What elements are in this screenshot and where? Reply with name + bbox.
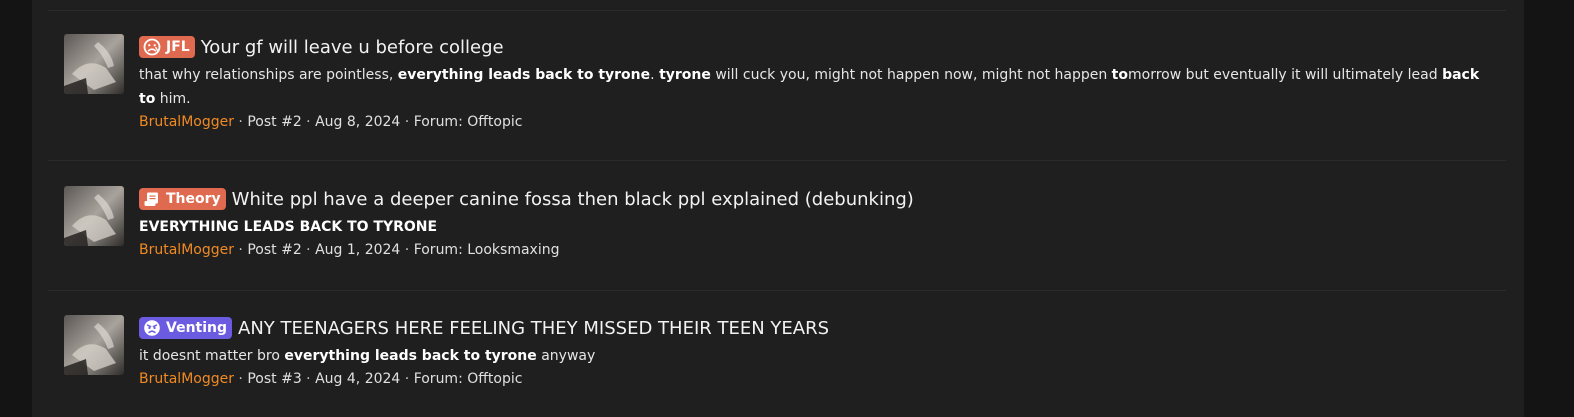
prefix-label: JFL <box>166 39 190 55</box>
sad-face-icon <box>143 38 161 56</box>
result-title-line: JFL Your gf will leave u before college <box>139 34 1484 60</box>
search-result: JFL Your gf will leave u before college … <box>64 34 1484 144</box>
page: JFL Your gf will leave u before college … <box>0 0 1574 417</box>
result-content: JFL Your gf will leave u before college … <box>139 34 1484 130</box>
forum-link[interactable]: Forum: Looksmaxing <box>414 242 560 258</box>
snippet-highlight: EVERYTHING LEADS BACK TO TYRONE <box>139 219 438 235</box>
meta-separator: · <box>301 242 316 258</box>
snippet-highlight: to <box>1111 67 1128 83</box>
thread-title-link[interactable]: White ppl have a deeper canine fossa the… <box>232 189 914 210</box>
snippet-text: him. <box>155 91 191 107</box>
search-result: Venting ANY TEENAGERS HERE FEELING THEY … <box>64 315 1484 405</box>
result-snippet: that why relationships are pointless, ev… <box>139 63 1484 111</box>
divider <box>48 160 1506 161</box>
snippet-text: . <box>650 67 660 83</box>
snippet-highlight: everything leads back to tyrone <box>284 348 537 364</box>
meta-separator: · <box>301 371 316 387</box>
result-content: Venting ANY TEENAGERS HERE FEELING THEY … <box>139 315 1484 387</box>
prefix-label: Theory <box>166 191 221 207</box>
search-results-panel: JFL Your gf will leave u before college … <box>32 0 1524 417</box>
result-content: Theory White ppl have a deeper canine fo… <box>139 186 1484 258</box>
result-meta: BrutalMogger · Post #2 · Aug 8, 2024 · F… <box>139 114 1484 130</box>
snippet-highlight: tyrone <box>659 67 711 83</box>
post-number-link[interactable]: Post #3 <box>247 371 301 387</box>
forum-link[interactable]: Forum: Offtopic <box>414 371 523 387</box>
meta-separator: · <box>233 371 248 387</box>
result-title-line: Venting ANY TEENAGERS HERE FEELING THEY … <box>139 315 1484 341</box>
prefix-badge-jfl[interactable]: JFL <box>139 36 195 58</box>
search-result: Theory White ppl have a deeper canine fo… <box>64 186 1484 276</box>
snippet-text: will cuck you, might not happen now, mig… <box>710 67 1112 83</box>
result-title-line: Theory White ppl have a deeper canine fo… <box>139 186 1484 212</box>
result-snippet: it doesnt matter bro everything leads ba… <box>139 344 1484 368</box>
prefix-label: Venting <box>166 320 228 336</box>
result-meta: BrutalMogger · Post #2 · Aug 1, 2024 · F… <box>139 242 1484 258</box>
snippet-text: it doesnt matter bro <box>139 348 285 364</box>
meta-separator: · <box>400 114 414 130</box>
prefix-badge-venting[interactable]: Venting <box>139 317 233 339</box>
post-date: Aug 4, 2024 <box>315 371 401 387</box>
snippet-text: that why relationships are pointless, <box>139 67 398 83</box>
divider <box>48 10 1506 11</box>
meta-separator: · <box>301 114 316 130</box>
result-meta: BrutalMogger · Post #3 · Aug 4, 2024 · F… <box>139 371 1484 387</box>
snippet-text: anyway <box>536 348 596 364</box>
meta-separator: · <box>233 242 248 258</box>
username-link[interactable]: BrutalMogger <box>139 242 234 258</box>
divider <box>48 290 1506 291</box>
result-snippet: EVERYTHING LEADS BACK TO TYRONE <box>139 215 1484 239</box>
snippet-highlight: everything leads back to tyrone <box>397 67 651 83</box>
meta-separator: · <box>400 242 414 258</box>
meta-separator: · <box>233 114 248 130</box>
avatar[interactable] <box>64 315 124 375</box>
meta-separator: · <box>400 371 414 387</box>
thread-title-link[interactable]: ANY TEENAGERS HERE FEELING THEY MISSED T… <box>238 318 829 339</box>
scroll-icon <box>143 190 161 208</box>
post-date: Aug 8, 2024 <box>315 114 401 130</box>
avatar[interactable] <box>64 34 124 94</box>
post-number-link[interactable]: Post #2 <box>247 242 301 258</box>
forum-link[interactable]: Forum: Offtopic <box>414 114 523 130</box>
angry-face-icon <box>143 319 161 337</box>
prefix-badge-theory[interactable]: Theory <box>139 188 226 210</box>
avatar[interactable] <box>64 186 124 246</box>
snippet-text: morrow but eventually it will ultimately… <box>1127 67 1443 83</box>
post-date: Aug 1, 2024 <box>315 242 401 258</box>
username-link[interactable]: BrutalMogger <box>139 114 234 130</box>
thread-title-link[interactable]: Your gf will leave u before college <box>201 37 504 58</box>
post-number-link[interactable]: Post #2 <box>247 114 301 130</box>
username-link[interactable]: BrutalMogger <box>139 371 234 387</box>
